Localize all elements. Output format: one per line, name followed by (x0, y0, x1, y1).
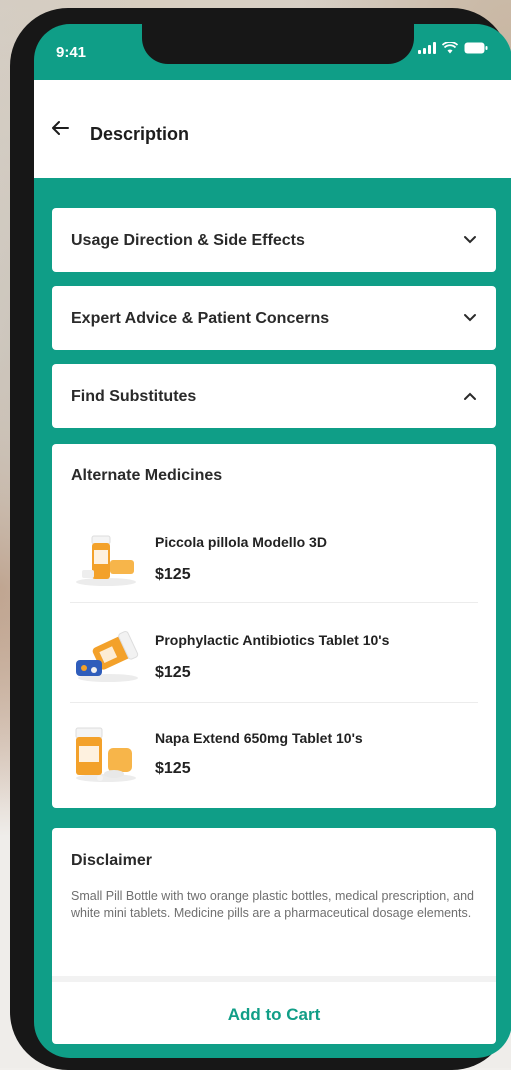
medicine-image (70, 722, 142, 786)
medicine-price: $125 (155, 664, 191, 681)
chevron-up-icon (462, 389, 478, 403)
section-heading: Disclaimer (71, 852, 152, 869)
medicine-image (70, 622, 142, 686)
battery-icon (464, 42, 488, 54)
medicine-name: Prophylactic Antibiotics Tablet 10's (155, 632, 390, 648)
medicine-price: $125 (155, 566, 191, 583)
divider (52, 976, 496, 982)
page-title: Description (90, 124, 190, 144)
back-arrow-icon[interactable] (48, 116, 72, 140)
phone-screen: 9:41 Description Usage Direction & Side … (34, 24, 511, 1058)
accordion-label: Find Substitutes (71, 388, 197, 405)
disclaimer-text: Small Pill Bottle with two orange plasti… (71, 889, 474, 920)
notch (142, 24, 414, 64)
medicine-image (70, 526, 142, 590)
medicine-price: $125 (155, 760, 191, 777)
accordion-find-substitutes[interactable]: Find Substitutes (52, 364, 496, 428)
status-time: 9:41 (56, 44, 87, 61)
accordion-label: Usage Direction & Side Effects (71, 232, 305, 249)
alternate-medicines-panel: Alternate Medicines Piccola pillola Mode… (52, 444, 496, 808)
accordion-expert-advice[interactable]: Expert Advice & Patient Concerns (52, 286, 496, 350)
signal-icon (418, 42, 436, 54)
medicine-name: Napa Extend 650mg Tablet 10's (155, 730, 363, 746)
list-item[interactable]: Napa Extend 650mg Tablet 10's $125 (52, 706, 496, 802)
app-header: Description (34, 80, 511, 178)
medicine-name: Piccola pillola Modello 3D (155, 534, 327, 550)
chevron-down-icon (462, 311, 478, 325)
list-item[interactable]: Prophylactic Antibiotics Tablet 10's $12… (52, 604, 496, 700)
list-item[interactable]: Piccola pillola Modello 3D $125 (52, 506, 496, 602)
accordion-label: Expert Advice & Patient Concerns (71, 310, 330, 327)
chevron-down-icon (462, 233, 478, 247)
wifi-icon (442, 42, 458, 54)
status-icons (418, 42, 488, 54)
divider (70, 602, 478, 603)
accordion-usage-direction[interactable]: Usage Direction & Side Effects (52, 208, 496, 272)
phone-frame: 9:41 Description Usage Direction & Side … (10, 8, 511, 1070)
divider (70, 702, 478, 703)
disclaimer-panel: Disclaimer Small Pill Bottle with two or… (52, 828, 496, 1044)
add-to-cart-button[interactable]: Add to Cart (52, 984, 496, 1044)
section-heading: Alternate Medicines (71, 467, 223, 484)
